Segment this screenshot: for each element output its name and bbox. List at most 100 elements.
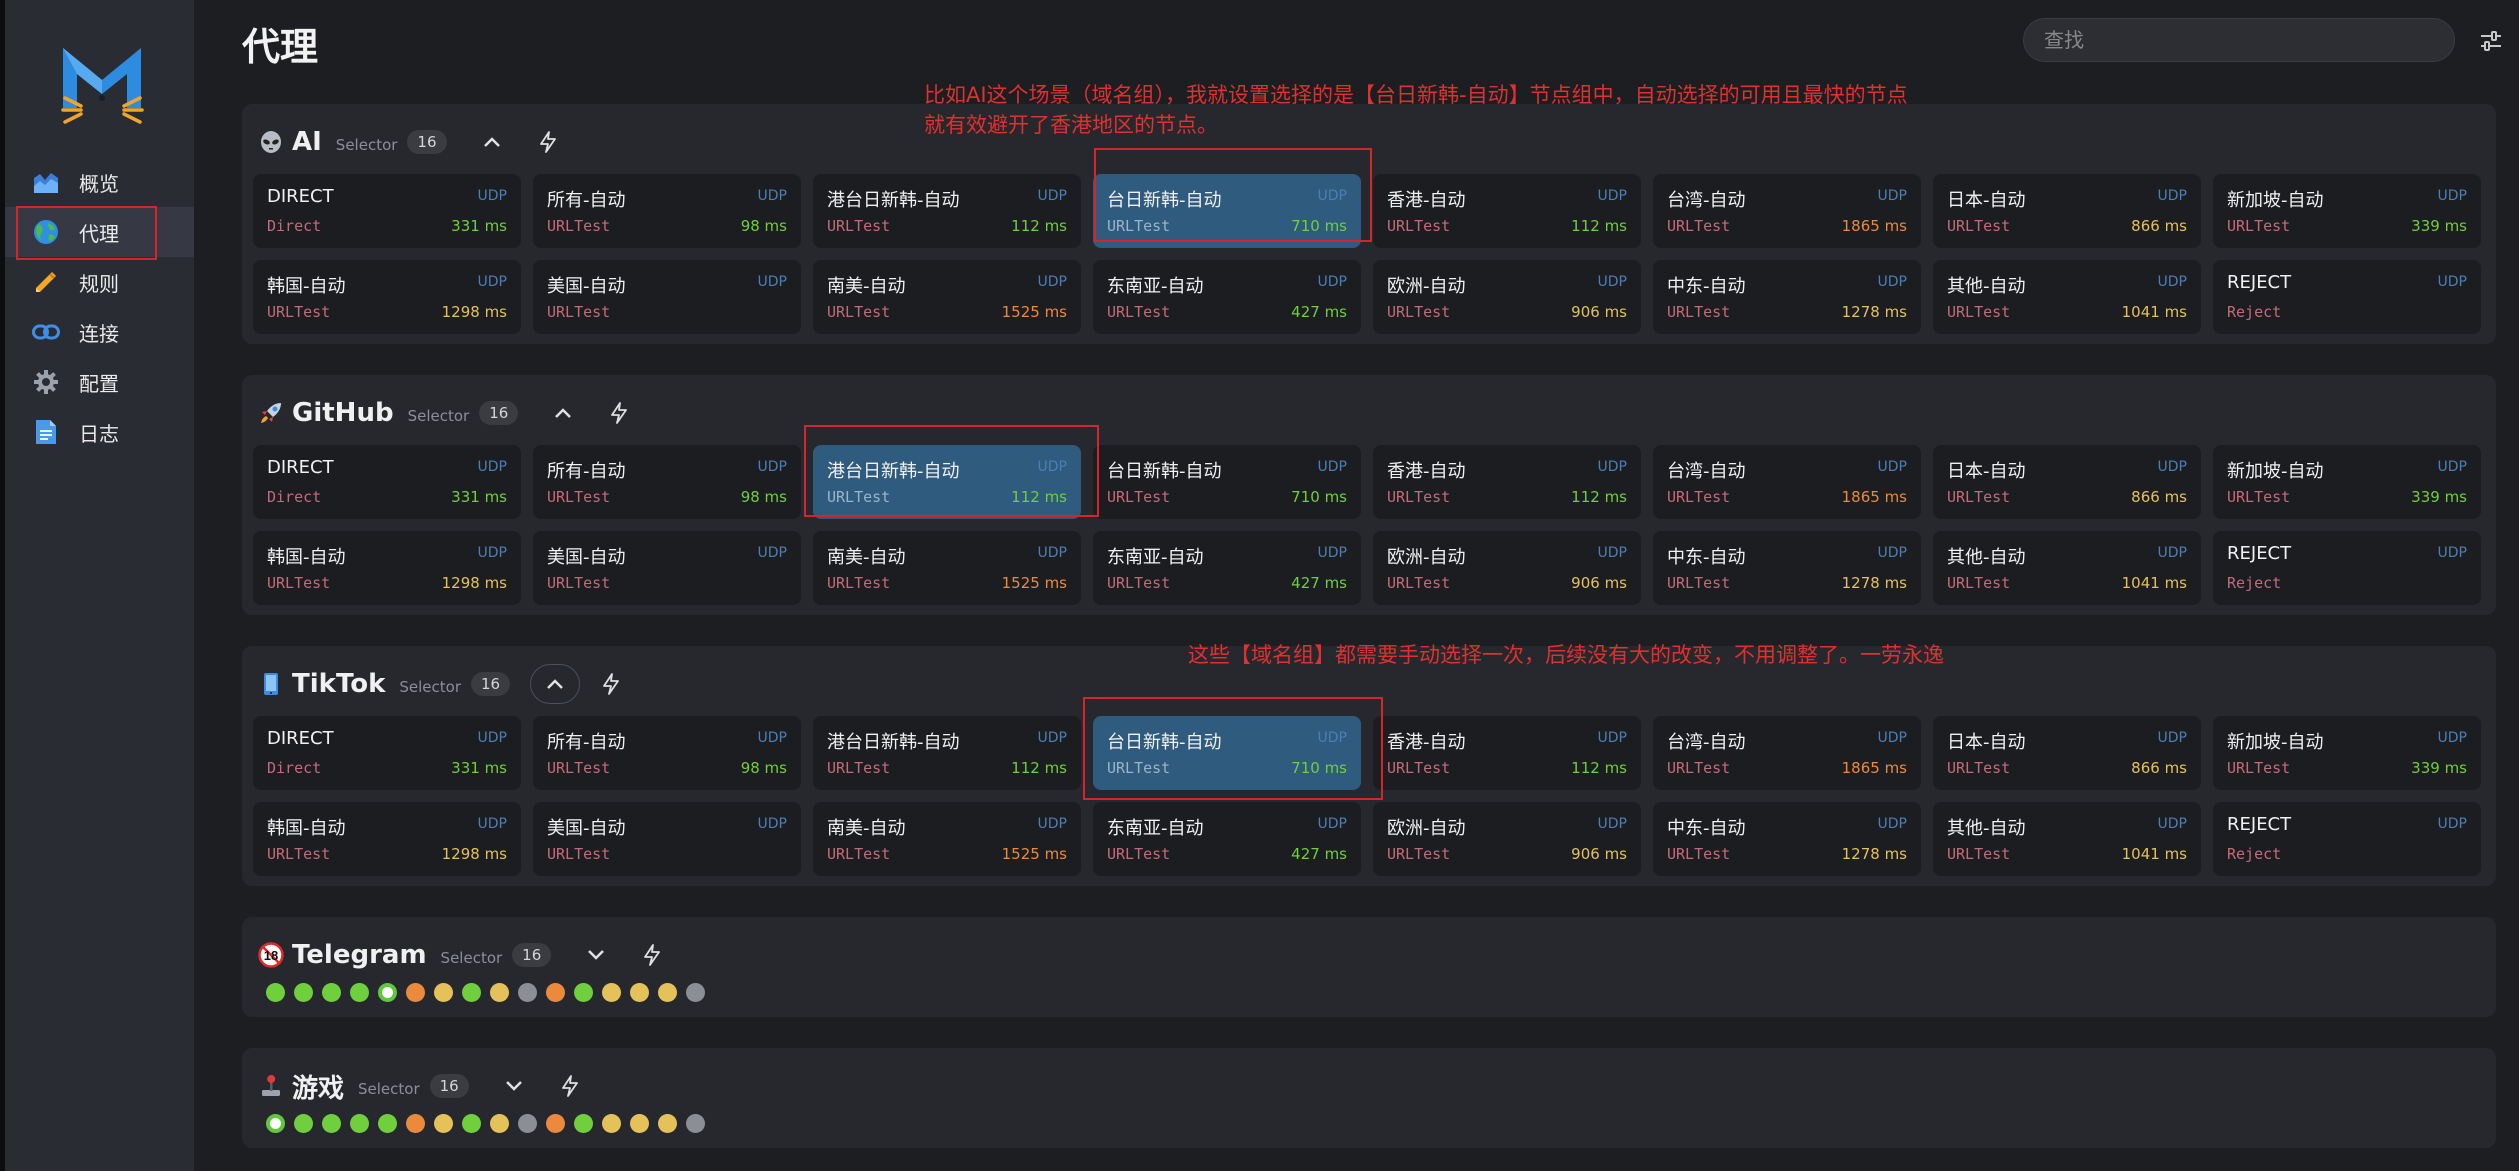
proxy-node-card[interactable]: 香港-自动 UDP URLTest 112 ms — [1373, 716, 1641, 790]
udp-badge: UDP — [2437, 545, 2467, 561]
node-status-dot[interactable] — [266, 983, 285, 1002]
filter-sliders-icon[interactable] — [2478, 28, 2504, 54]
proxy-node-card[interactable]: REJECT UDP Reject — [2213, 260, 2481, 334]
node-status-dot[interactable] — [434, 1114, 453, 1133]
proxy-node-card[interactable]: 东南亚-自动 UDP URLTest 427 ms — [1093, 802, 1361, 876]
sidebar-item-config[interactable]: 配置 — [5, 357, 194, 407]
collapse-button[interactable] — [467, 122, 517, 162]
proxy-node-card[interactable]: 港台日新韩-自动 UDP URLTest 112 ms — [813, 174, 1081, 248]
proxy-node-card[interactable]: 韩国-自动 UDP URLTest 1298 ms — [253, 802, 521, 876]
proxy-node-card[interactable]: 新加坡-自动 UDP URLTest 339 ms — [2213, 174, 2481, 248]
proxy-node-card[interactable]: 其他-自动 UDP URLTest 1041 ms — [1933, 531, 2201, 605]
node-status-dot[interactable] — [350, 1114, 369, 1133]
proxy-node-card[interactable]: 台湾-自动 UDP URLTest 1865 ms — [1653, 445, 1921, 519]
proxy-node-card[interactable]: DIRECT UDP Direct 331 ms — [253, 445, 521, 519]
proxy-node-card[interactable]: DIRECT UDP Direct 331 ms — [253, 174, 521, 248]
proxy-node-card[interactable]: 美国-自动 UDP URLTest — [533, 531, 801, 605]
latency-test-button[interactable] — [523, 122, 573, 162]
proxy-node-card[interactable]: 欧洲-自动 UDP URLTest 906 ms — [1373, 260, 1641, 334]
node-status-dot[interactable] — [518, 983, 537, 1002]
search-input[interactable] — [2023, 18, 2455, 62]
proxy-node-card[interactable]: 美国-自动 UDP URLTest — [533, 802, 801, 876]
proxy-node-card[interactable]: 台日新韩-自动 UDP URLTest 710 ms — [1093, 174, 1361, 248]
node-status-dot[interactable] — [574, 983, 593, 1002]
expand-button[interactable] — [571, 935, 621, 975]
node-status-dot[interactable] — [490, 983, 509, 1002]
node-type: URLTest — [1947, 303, 2011, 321]
proxy-node-card[interactable]: 新加坡-自动 UDP URLTest 339 ms — [2213, 445, 2481, 519]
node-status-dot[interactable] — [630, 1114, 649, 1133]
node-status-dot[interactable] — [462, 983, 481, 1002]
latency-test-button[interactable] — [627, 935, 677, 975]
proxy-node-card[interactable]: DIRECT UDP Direct 331 ms — [253, 716, 521, 790]
node-status-dot[interactable] — [658, 1114, 677, 1133]
node-status-dot[interactable] — [630, 983, 649, 1002]
proxy-node-card[interactable]: 新加坡-自动 UDP URLTest 339 ms — [2213, 716, 2481, 790]
proxy-node-card[interactable]: 中东-自动 UDP URLTest 1278 ms — [1653, 531, 1921, 605]
sidebar-item-overview[interactable]: 概览 — [5, 157, 194, 207]
node-status-dot[interactable] — [406, 983, 425, 1002]
node-status-dot[interactable] — [546, 1114, 565, 1133]
proxy-node-card[interactable]: 港台日新韩-自动 UDP URLTest 112 ms — [813, 445, 1081, 519]
node-status-dot[interactable] — [574, 1114, 593, 1133]
node-status-dot[interactable] — [378, 1114, 397, 1133]
node-status-dot[interactable] — [658, 983, 677, 1002]
proxy-node-card[interactable]: 南美-自动 UDP URLTest 1525 ms — [813, 531, 1081, 605]
sidebar-item-rules[interactable]: 规则 — [5, 257, 194, 307]
latency-test-button[interactable] — [545, 1066, 595, 1106]
proxy-node-card[interactable]: 台湾-自动 UDP URLTest 1865 ms — [1653, 174, 1921, 248]
node-status-dot[interactable] — [266, 1114, 285, 1133]
collapse-button[interactable] — [530, 664, 581, 704]
proxy-node-card[interactable]: 其他-自动 UDP URLTest 1041 ms — [1933, 802, 2201, 876]
proxy-node-card[interactable]: 日本-自动 UDP URLTest 866 ms — [1933, 445, 2201, 519]
node-status-dot[interactable] — [350, 983, 369, 1002]
proxy-node-card[interactable]: 香港-自动 UDP URLTest 112 ms — [1373, 174, 1641, 248]
proxy-node-card[interactable]: 所有-自动 UDP URLTest 98 ms — [533, 716, 801, 790]
proxy-node-card[interactable]: 中东-自动 UDP URLTest 1278 ms — [1653, 802, 1921, 876]
proxy-node-card[interactable]: 台日新韩-自动 UDP URLTest 710 ms — [1093, 445, 1361, 519]
proxy-node-card[interactable]: 日本-自动 UDP URLTest 866 ms — [1933, 174, 2201, 248]
node-status-dot[interactable] — [686, 1114, 705, 1133]
proxy-node-card[interactable]: REJECT UDP Reject — [2213, 531, 2481, 605]
proxy-node-card[interactable]: 台湾-自动 UDP URLTest 1865 ms — [1653, 716, 1921, 790]
proxy-node-card[interactable]: 台日新韩-自动 UDP URLTest 710 ms — [1093, 716, 1361, 790]
node-status-dot[interactable] — [686, 983, 705, 1002]
latency-test-button[interactable] — [586, 664, 636, 704]
node-status-dot[interactable] — [322, 1114, 341, 1133]
proxy-node-card[interactable]: 欧洲-自动 UDP URLTest 906 ms — [1373, 802, 1641, 876]
proxy-node-card[interactable]: 韩国-自动 UDP URLTest 1298 ms — [253, 531, 521, 605]
proxy-node-card[interactable]: 欧洲-自动 UDP URLTest 906 ms — [1373, 531, 1641, 605]
proxy-node-card[interactable]: 所有-自动 UDP URLTest 98 ms — [533, 174, 801, 248]
proxy-node-card[interactable]: 港台日新韩-自动 UDP URLTest 112 ms — [813, 716, 1081, 790]
node-status-dot[interactable] — [602, 983, 621, 1002]
proxy-node-card[interactable]: 南美-自动 UDP URLTest 1525 ms — [813, 802, 1081, 876]
proxy-node-card[interactable]: 其他-自动 UDP URLTest 1041 ms — [1933, 260, 2201, 334]
node-status-dot[interactable] — [546, 983, 565, 1002]
node-status-dot[interactable] — [378, 983, 397, 1002]
proxy-node-card[interactable]: 韩国-自动 UDP URLTest 1298 ms — [253, 260, 521, 334]
proxy-node-card[interactable]: 东南亚-自动 UDP URLTest 427 ms — [1093, 260, 1361, 334]
node-status-dot[interactable] — [294, 983, 313, 1002]
proxy-node-card[interactable]: 日本-自动 UDP URLTest 866 ms — [1933, 716, 2201, 790]
proxy-node-card[interactable]: 美国-自动 UDP URLTest — [533, 260, 801, 334]
node-status-dot[interactable] — [602, 1114, 621, 1133]
node-status-dot[interactable] — [490, 1114, 509, 1133]
node-status-dot[interactable] — [322, 983, 341, 1002]
node-name: 台湾-自动 — [1667, 461, 1746, 482]
proxy-node-card[interactable]: 中东-自动 UDP URLTest 1278 ms — [1653, 260, 1921, 334]
expand-button[interactable] — [489, 1066, 539, 1106]
proxy-node-card[interactable]: 香港-自动 UDP URLTest 112 ms — [1373, 445, 1641, 519]
node-status-dot[interactable] — [462, 1114, 481, 1133]
proxy-node-card[interactable]: REJECT UDP Reject — [2213, 802, 2481, 876]
node-status-dot[interactable] — [406, 1114, 425, 1133]
node-status-dot[interactable] — [294, 1114, 313, 1133]
proxy-node-card[interactable]: 南美-自动 UDP URLTest 1525 ms — [813, 260, 1081, 334]
node-status-dot[interactable] — [518, 1114, 537, 1133]
proxy-node-card[interactable]: 东南亚-自动 UDP URLTest 427 ms — [1093, 531, 1361, 605]
collapse-button[interactable] — [538, 393, 588, 433]
latency-test-button[interactable] — [594, 393, 644, 433]
node-status-dot[interactable] — [434, 983, 453, 1002]
sidebar-item-connections[interactable]: 连接 — [5, 307, 194, 357]
proxy-node-card[interactable]: 所有-自动 UDP URLTest 98 ms — [533, 445, 801, 519]
sidebar-item-logs[interactable]: 日志 — [5, 407, 194, 457]
